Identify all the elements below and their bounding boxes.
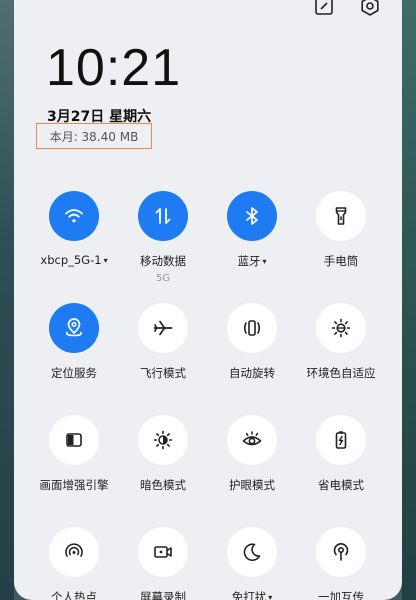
bluetooth-icon (246, 207, 258, 225)
clock[interactable]: 10:21 (46, 38, 181, 98)
tile-label-eye-comfort: 护眼模式 (229, 478, 275, 492)
flashlight-icon (335, 207, 347, 225)
mobile-data-icon (155, 208, 171, 224)
tile-label-screen-record: 屏幕录制 (140, 590, 186, 600)
tile-flashlight[interactable]: 手电筒 (297, 191, 385, 269)
display-enhance-toggle[interactable] (49, 415, 99, 465)
tile-screen-record[interactable]: 屏幕录制 (119, 527, 207, 600)
tile-do-not-disturb[interactable]: 免打扰 ▾ (208, 527, 296, 600)
display-enhance-icon (66, 433, 82, 447)
eye-icon (242, 431, 262, 446)
battery-saver-toggle[interactable] (316, 415, 366, 465)
screen-record-toggle[interactable] (138, 527, 188, 577)
location-icon (65, 318, 83, 337)
tile-airplane-mode[interactable]: 飞行模式 (119, 303, 207, 381)
dark-mode-icon (153, 430, 173, 450)
wallpaper-right (402, 0, 416, 600)
ambient-display-toggle[interactable] (316, 303, 366, 353)
tile-label-bluetooth: 蓝牙 ▾ (237, 254, 267, 268)
tile-label-flashlight: 手电筒 (323, 254, 359, 268)
tile-label-dark-mode: 暗色模式 (140, 478, 186, 492)
tile-label-oneplus-share: 一加互传 (318, 590, 364, 600)
auto-rotate-toggle[interactable] (227, 303, 277, 353)
tile-location[interactable]: 定位服务 (30, 303, 118, 381)
battery-icon (335, 431, 347, 449)
wifi-icon (65, 209, 83, 223)
tile-wifi[interactable]: xbcp_5G-1 ▾ (30, 191, 118, 267)
data-usage-label: 本月: 38.40 MB (49, 129, 139, 144)
eye-comfort-toggle[interactable] (227, 415, 277, 465)
edit-icon[interactable] (312, 0, 336, 18)
bluetooth-toggle[interactable] (227, 191, 277, 241)
screen-record-icon (154, 546, 172, 558)
do-not-disturb-toggle[interactable] (227, 527, 277, 577)
tile-bluetooth[interactable]: 蓝牙 ▾ (208, 191, 296, 269)
dark-mode-toggle[interactable] (138, 415, 188, 465)
tile-ambient-display[interactable]: 环境色自适应 (297, 303, 385, 381)
top-icons (312, 0, 382, 18)
tile-label-mobile-data: 移动数据 (140, 254, 186, 268)
wifi-toggle[interactable] (49, 191, 99, 241)
tile-sub-mobile-data: 5G (155, 273, 171, 284)
location-toggle[interactable] (49, 303, 99, 353)
mobile-data-toggle[interactable] (138, 191, 188, 241)
airplane-icon (153, 320, 173, 336)
tile-dark-mode[interactable]: 暗色模式 (119, 415, 207, 493)
wallpaper-left (0, 0, 14, 600)
tile-label-location: 定位服务 (51, 366, 97, 380)
tile-display-enhance[interactable]: 画面增强引擎 (30, 415, 118, 493)
quick-settings-panel: 10:21 3月27日 星期六 本月: 38.40 MB xbcp_5G-1▾ (14, 0, 402, 600)
tile-battery-saver[interactable]: 省电模式 (297, 415, 385, 493)
hotspot-icon (65, 543, 83, 557)
tile-mobile-data[interactable]: 移动数据 5G (119, 191, 207, 284)
oneplus-share-toggle[interactable] (316, 527, 366, 577)
share-icon (333, 543, 349, 561)
tile-label-wifi: xbcp_5G-1 ▾ (40, 253, 108, 267)
tile-oneplus-share[interactable]: 一加互传 (297, 527, 385, 600)
ambient-display-icon (331, 318, 351, 338)
moon-icon (243, 543, 261, 562)
hotspot-toggle[interactable] (49, 527, 99, 577)
tile-label-auto-rotate: 自动旋转 (229, 366, 275, 380)
tile-auto-rotate[interactable]: 自动旋转 (208, 303, 296, 381)
settings-icon[interactable] (358, 0, 382, 18)
airplane-mode-toggle[interactable] (138, 303, 188, 353)
tile-label-display-enhance: 画面增强引擎 (39, 478, 109, 492)
tile-label-hotspot: 个人热点 (51, 590, 97, 600)
flashlight-toggle[interactable] (316, 191, 366, 241)
auto-rotate-icon (243, 320, 261, 336)
tile-label-airplane-mode: 飞行模式 (140, 366, 186, 380)
tile-label-ambient-display: 环境色自适应 (306, 366, 376, 380)
tile-label-battery-saver: 省电模式 (318, 478, 364, 492)
data-usage-highlight[interactable]: 本月: 38.40 MB (36, 123, 152, 149)
tile-hotspot[interactable]: 个人热点 (30, 527, 118, 600)
tile-label-do-not-disturb: 免打扰 ▾ (231, 590, 273, 600)
tile-eye-comfort[interactable]: 护眼模式 (208, 415, 296, 493)
